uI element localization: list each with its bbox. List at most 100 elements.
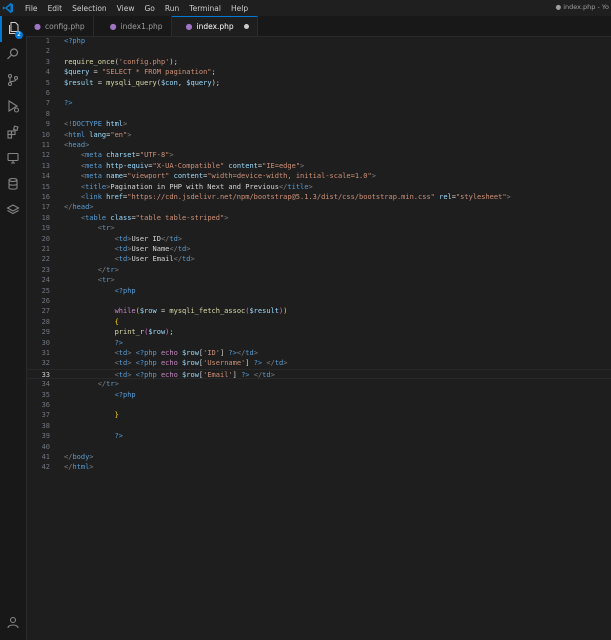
line-number: 10 [41,130,50,139]
code-token: > [253,349,258,357]
code-line[interactable]: 29 print_r($row); [26,327,611,337]
code-line[interactable]: 2 [26,46,611,56]
menu-view[interactable]: View [112,4,140,13]
code-line[interactable]: 5 $result = mysqli_query($con, $query); [26,78,611,88]
code-line[interactable]: 32 <td> <?php echo $row['Username'] ?> <… [26,358,611,368]
code-line[interactable]: 41 </body> [26,452,611,462]
code-token: name [101,172,124,181]
code-line[interactable]: 8 [26,109,611,119]
code-line[interactable]: 19 <tr> [26,223,611,233]
menu-edit[interactable]: Edit [43,4,68,13]
code-token: > [89,453,94,461]
code-token: td [118,245,128,253]
code-text: <td>User Name</td> [64,244,191,254]
menu-selection[interactable]: Selection [67,4,112,13]
tab-index1-php[interactable]: ● index1.php [94,16,172,36]
code-text: } [64,410,119,420]
code-token: td [245,349,254,357]
code-line[interactable]: 15 <title>Pagination in PHP with Next an… [26,182,611,192]
code-line[interactable]: 25 <?php [26,286,611,296]
code-token: <?php [135,370,157,379]
code-line[interactable]: 20 <td>User ID</td> [26,234,611,244]
code-line[interactable]: 16 <link href="https://cdn.jsdelivr.net/… [26,192,611,202]
tab-index-php[interactable]: ● index.php [171,16,258,36]
unsaved-dot-icon[interactable] [243,24,249,29]
code-line[interactable]: 24 <tr> [26,275,611,285]
code-line[interactable]: 31 <td> <?php echo $row['ID'] ?></td> [26,348,611,358]
code-line[interactable]: 38 [26,421,611,431]
menu-run[interactable]: Run [160,4,184,13]
code-token: 'config.php' [118,57,170,66]
menu-go[interactable]: Go [139,4,159,13]
extensions-button[interactable] [0,120,26,146]
accounts-button[interactable] [0,610,26,636]
line-number: 1 [45,37,50,45]
code-token: $row [182,349,199,357]
code-token: <?php [135,359,157,368]
code-editor[interactable]: 1 <?php 2 3 require_once('config.php'); 4 $que… [26,36,611,640]
tab-label: index.php [196,22,234,31]
code-line[interactable]: 11 <head> [26,140,611,150]
code-line[interactable]: 1 <?php [26,36,611,46]
code-line[interactable]: 12 <meta charset="UTF-8"> [26,150,611,160]
code-token: link [85,193,102,201]
code-token: "en" [110,130,128,139]
code-line[interactable]: 4 $query = "SELECT * FROM pagination"; [26,67,611,77]
menu-file[interactable]: File [20,4,43,13]
code-line[interactable]: 17 </head> [26,202,611,212]
line-number: 21 [41,245,50,253]
code-line[interactable]: 6 [26,88,611,98]
explorer-button[interactable]: 2 [0,16,26,42]
code-line[interactable]: 22 <td>User Email</td> [26,254,611,264]
run-debug-button[interactable] [0,94,26,120]
code-line[interactable]: 28 { [26,317,611,327]
line-number: 12 [41,151,50,160]
code-text: <?php [64,390,136,400]
tab-config-php[interactable]: ● config.php [26,16,94,36]
code-token: td [118,359,128,368]
code-token: </ [169,245,178,253]
code-line[interactable]: 26 [26,296,611,306]
explorer-badge: 2 [15,31,23,39]
code-line[interactable]: 3 require_once('config.php'); [26,57,611,67]
code-line[interactable]: 34 </tr> [26,379,611,389]
code-line[interactable]: 21 <td>User Name</td> [26,244,611,254]
code-token: $con [160,78,178,87]
search-button[interactable] [0,42,26,68]
code-line[interactable]: 9 <!DOCTYPE html> [26,119,611,129]
code-line[interactable]: 33 <td> <?php echo $row['Email'] ?> </td… [26,368,611,380]
code-line[interactable]: 14 <meta name="viewport" content="width=… [26,171,611,181]
line-number: 39 [41,432,50,441]
code-line[interactable]: 35 <?php [26,390,611,400]
code-line[interactable]: 18 <table class="table table-striped"> [26,213,611,223]
line-number: 34 [41,380,50,389]
code-line[interactable]: 27 while($row = mysqli_fetch_assoc($resu… [26,306,611,316]
code-line[interactable]: 42 </html> [26,462,611,472]
code-line[interactable]: 10 <html lang="en"> [26,130,611,140]
database-button[interactable] [0,172,26,198]
code-token: > [190,255,195,264]
code-line[interactable]: 13 <meta http-equiv="X-UA-Compatible" co… [26,161,611,171]
layers-button[interactable] [0,198,26,224]
code-token: echo [156,370,183,379]
code-line[interactable]: 36 [26,400,611,410]
code-line[interactable]: 39 ?> [26,431,611,441]
code-line[interactable]: 23 </tr> [26,265,611,275]
code-text: </html> [64,462,94,472]
menu-help[interactable]: Help [226,4,253,13]
code-line[interactable]: 7 ?> [26,98,611,108]
line-number: 5 [45,78,50,87]
line-number: 38 [41,421,50,430]
code-line[interactable]: 40 [26,442,611,452]
remote-explorer-button[interactable] [0,146,26,172]
editor-tabs: ● config.php ● index1.php ● index.php [26,16,611,37]
code-token: > [177,234,183,243]
menu-terminal[interactable]: Terminal [184,4,226,13]
code-line[interactable]: 37 } [26,410,611,420]
code-token: td [177,245,187,253]
code-line[interactable]: 30 ?> [26,338,611,348]
source-control-button[interactable] [0,68,26,94]
code-token: html [68,130,86,139]
code-token: "https://cdn.jsdelivr.net/npm/bootstrap@… [127,193,435,201]
